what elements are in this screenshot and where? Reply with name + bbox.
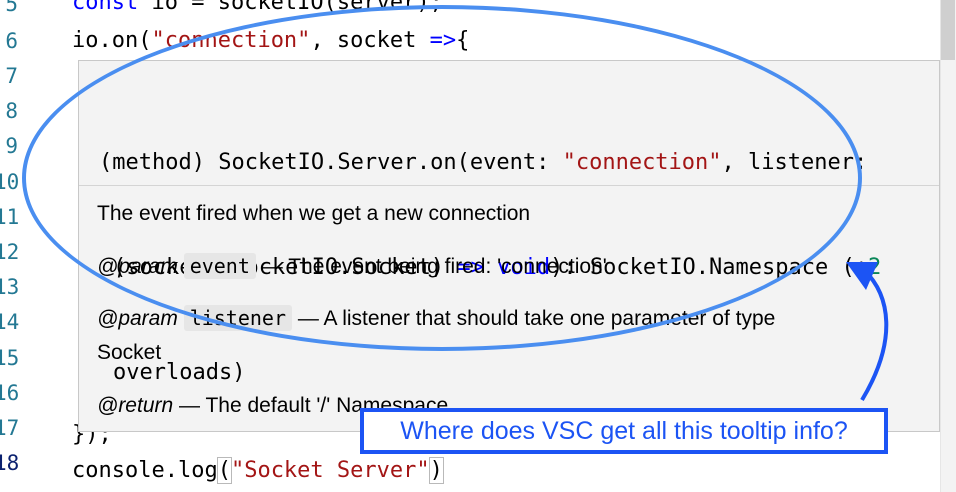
bracket-match: (: [216, 457, 232, 484]
string-literal: "Socket Server": [230, 458, 430, 483]
scrollbar-thumb[interactable]: [941, 0, 955, 60]
param-tag: @param: [97, 255, 178, 278]
return-tag: @return: [97, 394, 174, 417]
line-number: 8: [5, 99, 18, 123]
hover-tooltip: (method) SocketIO.Server.on(event: "conn…: [78, 60, 940, 432]
line-number-active: 18: [0, 451, 20, 475]
param-tag: @param: [97, 307, 178, 330]
line-number: 9: [5, 134, 18, 158]
line-number: 7: [5, 64, 18, 88]
line-number: 14: [0, 310, 20, 334]
code-text: io = socketIO(server);: [138, 0, 443, 15]
code-text: console.log: [72, 458, 218, 483]
signature-text: , listener:: [721, 150, 868, 175]
signature-line: (method) SocketIO.Server.on(event: "conn…: [99, 145, 939, 180]
doc-param-event: @param event — The event being fired: 'c…: [97, 249, 917, 284]
code-line-6[interactable]: io.on("connection", socket =>{: [72, 28, 469, 53]
line-number: 11: [0, 205, 20, 229]
code-text: io.on(: [72, 28, 152, 53]
vertical-scrollbar[interactable]: [940, 0, 956, 492]
code-line-5[interactable]: const io = socketIO(server);: [72, 0, 443, 15]
doc-description: The event fired when we get a new connec…: [97, 202, 531, 225]
line-number: 10: [0, 170, 20, 194]
param-desc: — A listener that should take one parame…: [292, 307, 776, 330]
code-text: , socket: [310, 28, 430, 53]
tooltip-divider: [79, 185, 939, 186]
string-literal: "connection": [151, 28, 311, 53]
line-number: 16: [0, 381, 20, 405]
code-text: {: [456, 28, 470, 53]
line-number: 17: [0, 416, 20, 440]
line-number: 13: [0, 275, 20, 299]
doc-param-listener: @param listener — A listener that should…: [97, 301, 917, 370]
param-name: event: [183, 253, 256, 279]
keyword-const: const: [72, 0, 139, 15]
param-name: listener: [183, 305, 293, 331]
code-line-18[interactable]: console.log("Socket Server"): [72, 457, 444, 484]
arrow-operator: =>: [429, 28, 457, 53]
param-desc-cont: Socket: [97, 341, 162, 364]
line-number-gutter: 5 6 7 8 9 10 11 12 13 14 15 16 17 18: [0, 0, 22, 492]
bracket-match: ): [428, 457, 444, 484]
signature-string: "connection": [562, 150, 722, 175]
line-number: 12: [0, 240, 20, 264]
line-number: 5: [5, 0, 18, 16]
param-desc: — The event being fired: 'connection': [255, 255, 607, 278]
annotation-callout: Where does VSC get all this tooltip info…: [360, 408, 888, 454]
line-number: 15: [0, 346, 20, 370]
line-number: 6: [5, 29, 18, 53]
signature-text: (method) SocketIO.Server.on(event:: [99, 150, 563, 175]
